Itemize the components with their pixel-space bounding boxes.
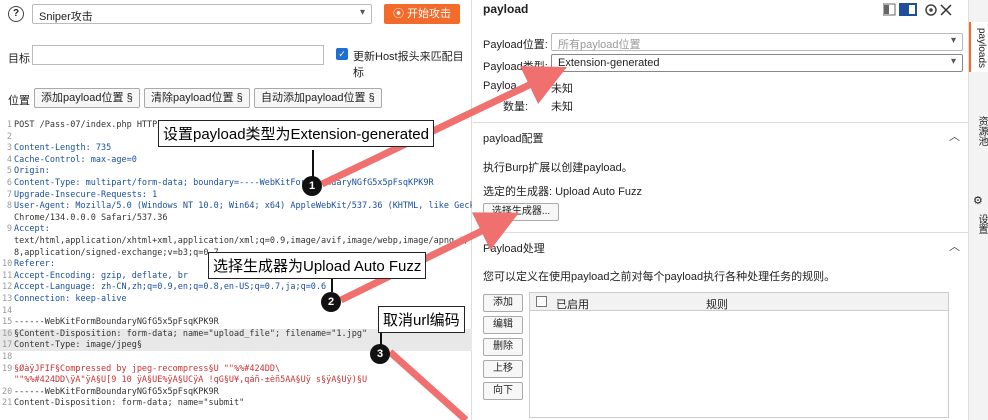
step-badge-2: 2 bbox=[321, 292, 341, 312]
callout-3: 取消url编码 bbox=[378, 306, 465, 333]
arrow-3 bbox=[387, 349, 469, 420]
step-badge-1: 1 bbox=[302, 176, 322, 196]
annotation-arrows bbox=[320, 66, 567, 420]
step-badge-3: 3 bbox=[370, 344, 390, 364]
callout-1: 设置payload类型为Extension-generated bbox=[158, 120, 434, 147]
callout-2: 选择生成器为Upload Auto Fuzz bbox=[208, 252, 427, 279]
